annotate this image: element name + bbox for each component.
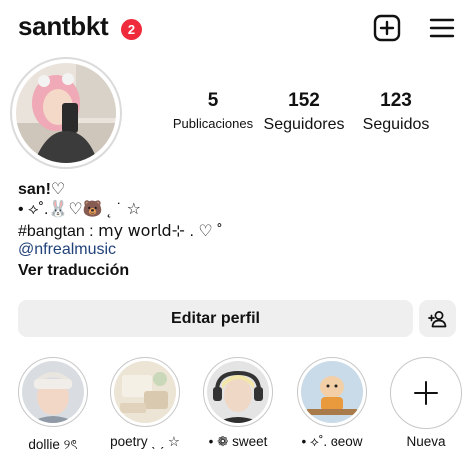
highlight-item[interactable]: poetry ˎ ˏ ☆ <box>107 357 183 449</box>
posts-count: 5 <box>207 90 219 111</box>
see-translation-link[interactable]: Ver traducción <box>18 262 129 280</box>
stat-posts[interactable]: 5 Publicaciones <box>163 90 263 131</box>
stat-following[interactable]: 123 Seguidos <box>346 90 446 134</box>
plus-icon <box>414 381 438 405</box>
following-count: 123 <box>380 90 412 111</box>
bio-line-2: #bangtan : 𝗆𝗒 𝗐𝗈𝗋𝗅𝖽⊹ . ♡ ˚ <box>18 223 223 240</box>
hamburger-menu-icon <box>429 18 455 38</box>
edit-profile-button[interactable]: Editar perfil <box>18 300 413 337</box>
notification-badge[interactable]: 2 <box>121 19 142 40</box>
bio-display-name: san!♡ <box>18 181 66 198</box>
menu-button[interactable] <box>428 14 456 42</box>
followers-label: Seguidores <box>263 116 345 133</box>
followers-count: 152 <box>288 90 320 111</box>
following-label: Seguidos <box>362 116 430 133</box>
avatar-photo <box>16 63 116 163</box>
highlight-cover <box>301 361 363 423</box>
posts-label: Publicaciones <box>172 116 254 131</box>
highlight-label: dollie ୨ৎ <box>28 437 78 452</box>
highlight-cover <box>114 361 176 423</box>
highlight-item[interactable]: • ⟡˚. ɞeow <box>294 357 370 449</box>
stat-followers[interactable]: 152 Seguidores <box>254 90 354 134</box>
highlight-label: • ⟡˚. ɞeow <box>301 434 363 449</box>
highlight-cover <box>207 361 269 423</box>
bio-mention-link[interactable]: @nfrealmusic <box>18 241 116 259</box>
highlight-label: Nueva <box>406 434 446 449</box>
highlight-item[interactable]: dollie ୨ৎ <box>15 357 91 452</box>
new-highlight-button[interactable]: Nueva <box>388 357 464 449</box>
highlight-cover <box>22 361 84 423</box>
profile-username[interactable]: santbkt <box>18 11 109 42</box>
highlight-item[interactable]: • ❁ sweet <box>200 357 276 449</box>
highlight-label: poetry ˎ ˏ ☆ <box>110 434 180 449</box>
discover-people-button[interactable] <box>419 300 456 337</box>
add-person-icon <box>427 310 446 327</box>
profile-avatar[interactable] <box>10 57 122 169</box>
bio-line-1: • ⟡˚.🐰♡🐻 ˛ ˙ ☆ <box>18 201 141 218</box>
plus-square-icon <box>373 14 401 42</box>
create-button[interactable] <box>373 14 401 42</box>
highlight-label: • ❁ sweet <box>208 434 268 449</box>
